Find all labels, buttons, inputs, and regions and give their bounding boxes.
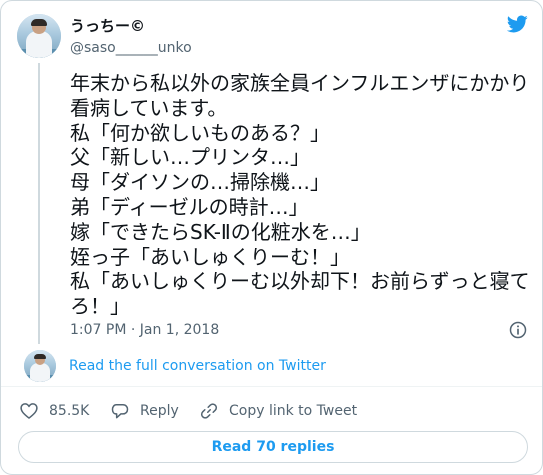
author-handle[interactable]: @saso______unko	[70, 40, 192, 56]
info-icon[interactable]	[508, 320, 528, 340]
reply-label: Reply	[140, 403, 179, 419]
twitter-bird-icon[interactable]	[505, 13, 529, 35]
tweet-card: うっちー© @saso______unko 年末から私以外の家族全員インフルエン…	[0, 0, 543, 475]
reply-icon	[111, 404, 129, 419]
tweet-timestamp[interactable]: 1:07 PM · Jan 1, 2018	[70, 321, 219, 339]
tweet-line: ろ！」	[70, 294, 130, 319]
read-conversation-link[interactable]: Read the full conversation on Twitter	[69, 357, 326, 375]
tweet-line: 母「ダイソンの…掃除機…」	[70, 170, 330, 195]
tweet-line: 私「あいしゅくりーむ以外却下！お前らずっと寝て	[70, 269, 530, 294]
tweet-line: 年末から私以外の家族全員インフルエンザにかかり	[70, 71, 530, 95]
thread-line	[38, 63, 40, 344]
tweet-line: 弟「ディーゼルの時計…」	[70, 194, 309, 219]
tweet-line: 嫁「できたらSK-Ⅱの化粧水を…」	[70, 219, 371, 244]
read-replies-button[interactable]: Read 70 replies	[18, 431, 528, 463]
like-button[interactable]: 85.5K	[19, 400, 89, 422]
copy-link-button[interactable]: Copy link to Tweet	[199, 400, 357, 422]
tweet-line: 看病しています。	[70, 95, 228, 120]
author-avatar[interactable]	[17, 14, 61, 58]
tweet-line: 父「新しい…プリンタ…」	[70, 145, 310, 170]
copy-link-label: Copy link to Tweet	[229, 403, 358, 419]
heart-icon	[20, 403, 38, 419]
like-count: 85.5K	[49, 403, 90, 419]
author-display-name[interactable]: うっちー©	[70, 17, 145, 35]
divider	[1, 386, 542, 387]
tweet-actions: 85.5K Reply Copy link to Tweet	[1, 400, 542, 422]
conversation-avatar[interactable]	[24, 350, 56, 382]
reply-button[interactable]: Reply	[110, 400, 179, 422]
tweet-line: 姪っ子「あいしゅくりーむ！」	[70, 244, 350, 269]
tweet-text: 年末から私以外の家族全員インフルエンザにかかり 看病しています。 私「何か欲しい…	[70, 71, 530, 319]
tweet-line: 私「何か欲しいものある？」	[70, 120, 330, 145]
link-icon	[200, 403, 218, 419]
